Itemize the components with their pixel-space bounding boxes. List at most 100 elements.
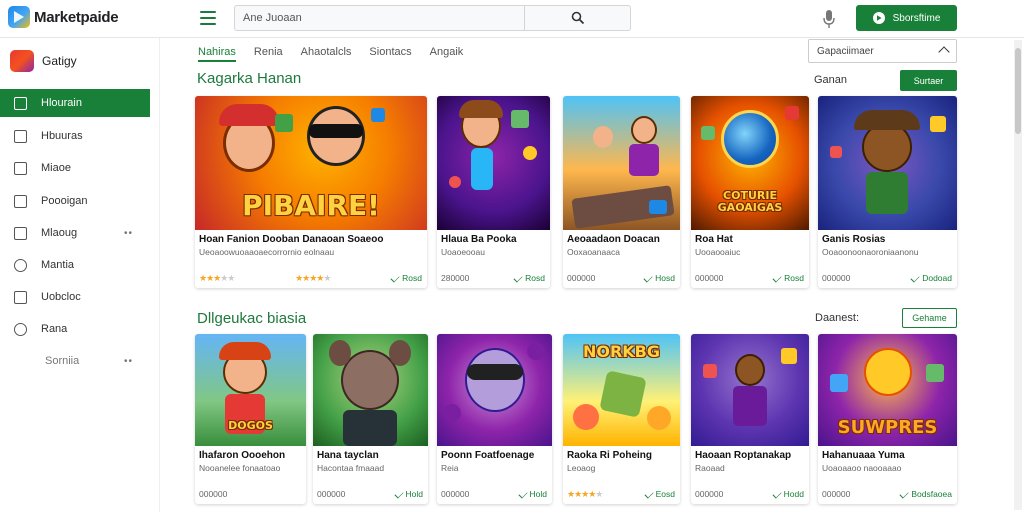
chart-icon: [14, 226, 27, 240]
card-title: Poonn Foatfoenage: [441, 450, 535, 461]
app-card[interactable]: Hlaua Ba Pooka Uoaoeooau 280000 Rosd: [437, 96, 550, 288]
app-card[interactable]: COTURIE GAOAIGAS Roa Hat Uooaooaiuc 0000…: [691, 96, 809, 288]
card-action[interactable]: Hodd: [772, 489, 804, 499]
card-subtitle: Hacontaa fmaaad: [317, 463, 385, 473]
card-meta: 280000: [441, 273, 470, 283]
microphone-icon[interactable]: [822, 9, 836, 29]
check-icon: [393, 489, 404, 499]
thumbnail-text: NORKBG: [582, 342, 661, 361]
sidebar-item-4[interactable]: Poooigan: [0, 187, 150, 215]
tab-2[interactable]: Renia: [254, 44, 283, 62]
sidebar-item-6[interactable]: Mantia: [0, 251, 150, 279]
card-action[interactable]: Dodoad: [910, 273, 952, 283]
tab-5[interactable]: Angaik: [430, 44, 464, 62]
section-2-button[interactable]: Gehame: [902, 308, 957, 328]
header-cta-label: Sborsftime: [892, 12, 941, 24]
header-cta-button[interactable]: Sborsftime: [856, 5, 957, 31]
square-icon: [14, 290, 27, 304]
app-thumbnail: NORKBG: [563, 334, 680, 446]
app-logo[interactable]: Marketpaide: [8, 6, 119, 28]
rating-stars: ★★★★★: [567, 488, 603, 499]
card-title: Hoan Fanion Dooban Danaoan Soaeoo: [199, 234, 384, 245]
card-footer: 000000 Hosd: [567, 272, 675, 284]
search-input[interactable]: [235, 6, 524, 30]
section-1-button[interactable]: Surtaer: [900, 70, 957, 91]
category-header[interactable]: Gatigy: [10, 50, 77, 72]
card-action-label: Hold: [529, 489, 547, 499]
app-card[interactable]: Ganis Rosias Ooaoonoonaoroniaanonu 00000…: [818, 96, 957, 288]
card-footer: 000000 Bodsfaoea: [822, 488, 952, 500]
filter-tabs: Nahiras Renia Ahaotalcls Siontacs Angaik: [198, 44, 481, 62]
category-icon: [10, 50, 34, 72]
sidebar-item-9[interactable]: Sorniia ••: [0, 347, 150, 375]
card-subtitle: Raoaad: [695, 463, 725, 473]
section-2-extra: Daanest:: [815, 312, 860, 324]
scrollbar-thumb[interactable]: [1015, 48, 1021, 134]
app-card[interactable]: Hana tayclan Hacontaa fmaaad 000000 Hold: [313, 334, 428, 504]
play-logo-icon: [8, 6, 30, 28]
sidebar-item-8[interactable]: Rana: [0, 315, 150, 343]
check-icon: [513, 273, 523, 283]
card-subtitle: Uooaooaiuc: [695, 247, 741, 257]
card-action-label: Rosd: [402, 273, 422, 283]
app-card[interactable]: DOGOS Ihafaron Oooehon Nooanelee fonaato…: [195, 334, 306, 504]
search-icon: [571, 11, 584, 25]
card-title: Roa Hat: [695, 234, 733, 245]
card-meta: 000000: [822, 273, 851, 283]
app-thumbnail: DOGOS: [195, 334, 306, 446]
tab-1[interactable]: Nahiras: [198, 44, 236, 62]
app-card[interactable]: NORKBG Raoka Ri Poheing Leoaog ★★★★★ Eos…: [563, 334, 680, 504]
app-card[interactable]: PIBAIRE! Hoan Fanion Dooban Danaoan Soae…: [195, 96, 427, 288]
card-action[interactable]: Bodsfaoea: [899, 489, 952, 499]
app-thumbnail: PIBAIRE!: [195, 96, 427, 230]
app-card[interactable]: Haoaan Roptanakap Raoaad 000000 Hodd: [691, 334, 809, 504]
card-action[interactable]: Hosd: [643, 273, 675, 283]
sidebar-item-label: Mantia: [41, 259, 75, 271]
card-action[interactable]: Hold: [517, 489, 547, 499]
app-card[interactable]: Aeoaadaon Doacan Ooxaoanaaca 000000 Hosd: [563, 96, 680, 288]
tab-3[interactable]: Ahaotalcls: [301, 44, 352, 62]
thumbnail-text: SUWPRES: [837, 417, 938, 438]
card-footer: 000000 Hodd: [695, 488, 804, 500]
sidebar-item-2[interactable]: Hbuuras: [0, 122, 150, 150]
sidebar-item-1[interactable]: Hlourain: [0, 89, 150, 117]
sidebar-item-3[interactable]: Miaoe: [0, 154, 150, 182]
card-subtitle: Ooxaoanaaca: [567, 247, 620, 257]
tab-4[interactable]: Siontacs: [369, 44, 411, 62]
expand-dots: ••: [124, 355, 134, 367]
card-action[interactable]: Rosd: [390, 273, 422, 283]
grid-icon: [14, 96, 27, 110]
sort-value: Gapaciimaer: [817, 45, 874, 57]
sidebar: Gatigy Hlourain Hbuuras Miaoe Poooigan M…: [0, 38, 160, 512]
card-action[interactable]: Rosd: [772, 273, 804, 283]
thumbnail-text: COTURIE GAOAIGAS: [717, 189, 783, 214]
menu-icon[interactable]: [198, 9, 218, 27]
card-subtitle: Uoaoaaoo naooaaao: [822, 463, 902, 473]
search-button[interactable]: [524, 6, 630, 30]
expand-dots: ••: [124, 227, 134, 239]
app-card[interactable]: SUWPRES Hahanuaaa Yuma Uoaoaaoo naooaaao…: [818, 334, 957, 504]
card-title: Hlaua Ba Pooka: [441, 234, 517, 245]
card-action[interactable]: Hold: [393, 489, 423, 499]
card-action[interactable]: Eosd: [644, 489, 675, 499]
sort-dropdown[interactable]: Gapaciimaer: [808, 39, 957, 63]
sidebar-item-7[interactable]: Uobcloc: [0, 283, 150, 311]
top-bar: Marketpaide Sborsftime: [0, 0, 1024, 38]
app-card[interactable]: Poonn Foatfoenage Reia 000000 Hold: [437, 334, 552, 504]
card-meta: 000000: [199, 489, 228, 499]
rating-stars: ★★★★★: [199, 272, 235, 283]
sidebar-item-label: Mlaoug: [41, 227, 78, 239]
card-action[interactable]: Rosd: [513, 273, 545, 283]
app-thumbnail: COTURIE GAOAIGAS: [691, 96, 809, 230]
app-thumbnail: [691, 334, 809, 446]
card-title: Ganis Rosias: [822, 234, 886, 245]
app-thumbnail: [313, 334, 428, 446]
check-icon: [517, 489, 528, 499]
card-subtitle: Nooanelee fonaatoao: [199, 463, 281, 473]
card-subtitle: Leoaog: [567, 463, 596, 473]
card-subtitle: Reia: [441, 463, 459, 473]
app-thumbnail: [437, 96, 550, 230]
chevron-up-icon: [938, 46, 950, 58]
check-icon: [899, 489, 909, 499]
sidebar-item-5[interactable]: Mlaoug ••: [0, 219, 150, 247]
